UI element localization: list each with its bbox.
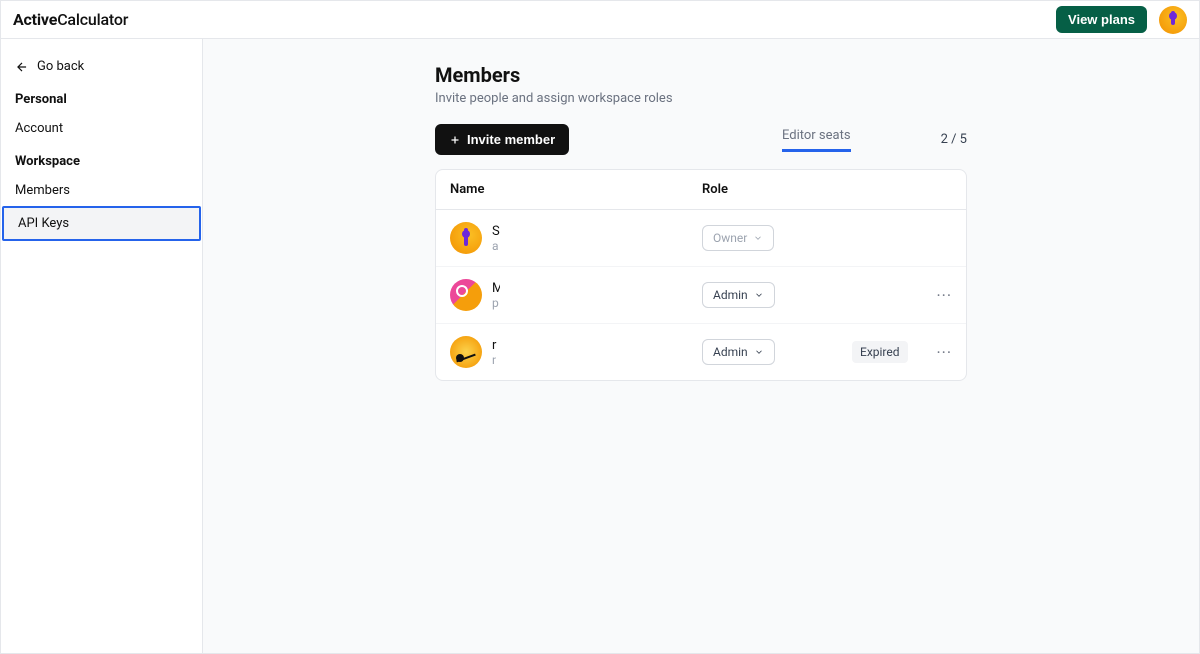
view-plans-button[interactable]: View plans <box>1056 6 1147 33</box>
seats-label: Editor seats <box>782 128 851 152</box>
nav-account[interactable]: Account <box>1 113 202 144</box>
app-logo: ActiveCalculator <box>13 10 128 29</box>
chevron-down-icon <box>754 347 764 357</box>
go-back-link[interactable]: Go back <box>1 51 202 82</box>
col-name-header: Name <box>450 182 702 197</box>
member-name: r <box>492 338 500 353</box>
role-select[interactable]: Admin <box>702 282 775 308</box>
main-content: Members Invite people and assign workspa… <box>203 39 1199 653</box>
nav-api-keys[interactable]: API Keys <box>2 206 201 241</box>
invite-member-button[interactable]: Invite member <box>435 124 569 155</box>
sidebar: Go back Personal Account Workspace Membe… <box>1 39 203 653</box>
table-header: Name Role <box>436 170 966 210</box>
chevron-down-icon <box>753 233 763 243</box>
status-badge: Expired <box>852 341 908 363</box>
member-email: r <box>492 353 500 367</box>
member-avatar <box>450 222 482 254</box>
nav-members[interactable]: Members <box>1 175 202 206</box>
table-row: S a Owner <box>436 210 966 267</box>
plus-icon <box>449 134 461 146</box>
members-table: Name Role S a <box>435 169 967 381</box>
seats-count: 2 / 5 <box>941 132 967 147</box>
invite-label: Invite member <box>467 132 555 147</box>
member-name: S <box>492 224 500 239</box>
role-label: Owner <box>713 231 747 245</box>
page-subtitle: Invite people and assign workspace roles <box>435 91 967 106</box>
role-label: Admin <box>713 288 748 302</box>
role-select[interactable]: Admin <box>702 339 775 365</box>
app-header: ActiveCalculator View plans <box>1 1 1199 39</box>
member-avatar <box>450 336 482 368</box>
row-menu-button[interactable]: ··· <box>936 286 952 305</box>
arrow-left-icon <box>15 60 29 74</box>
member-name: M <box>492 281 500 296</box>
col-role-header: Role <box>702 182 852 197</box>
member-avatar <box>450 279 482 311</box>
role-label: Admin <box>713 345 748 359</box>
editor-seats: Editor seats 2 / 5 <box>782 128 967 152</box>
role-select: Owner <box>702 225 774 251</box>
section-workspace: Workspace <box>1 144 202 175</box>
table-row: M p Admin ··· <box>436 267 966 324</box>
section-personal: Personal <box>1 82 202 113</box>
table-row: r r Admin Expired ··· <box>436 324 966 380</box>
member-email: p <box>492 296 500 310</box>
member-email: a <box>492 239 500 253</box>
logo-bold: Active <box>13 10 57 29</box>
chevron-down-icon <box>754 290 764 300</box>
logo-light: Calculator <box>57 10 128 29</box>
row-menu-button[interactable]: ··· <box>936 343 952 362</box>
user-avatar[interactable] <box>1159 6 1187 34</box>
go-back-label: Go back <box>37 59 84 74</box>
page-title: Members <box>435 63 967 87</box>
